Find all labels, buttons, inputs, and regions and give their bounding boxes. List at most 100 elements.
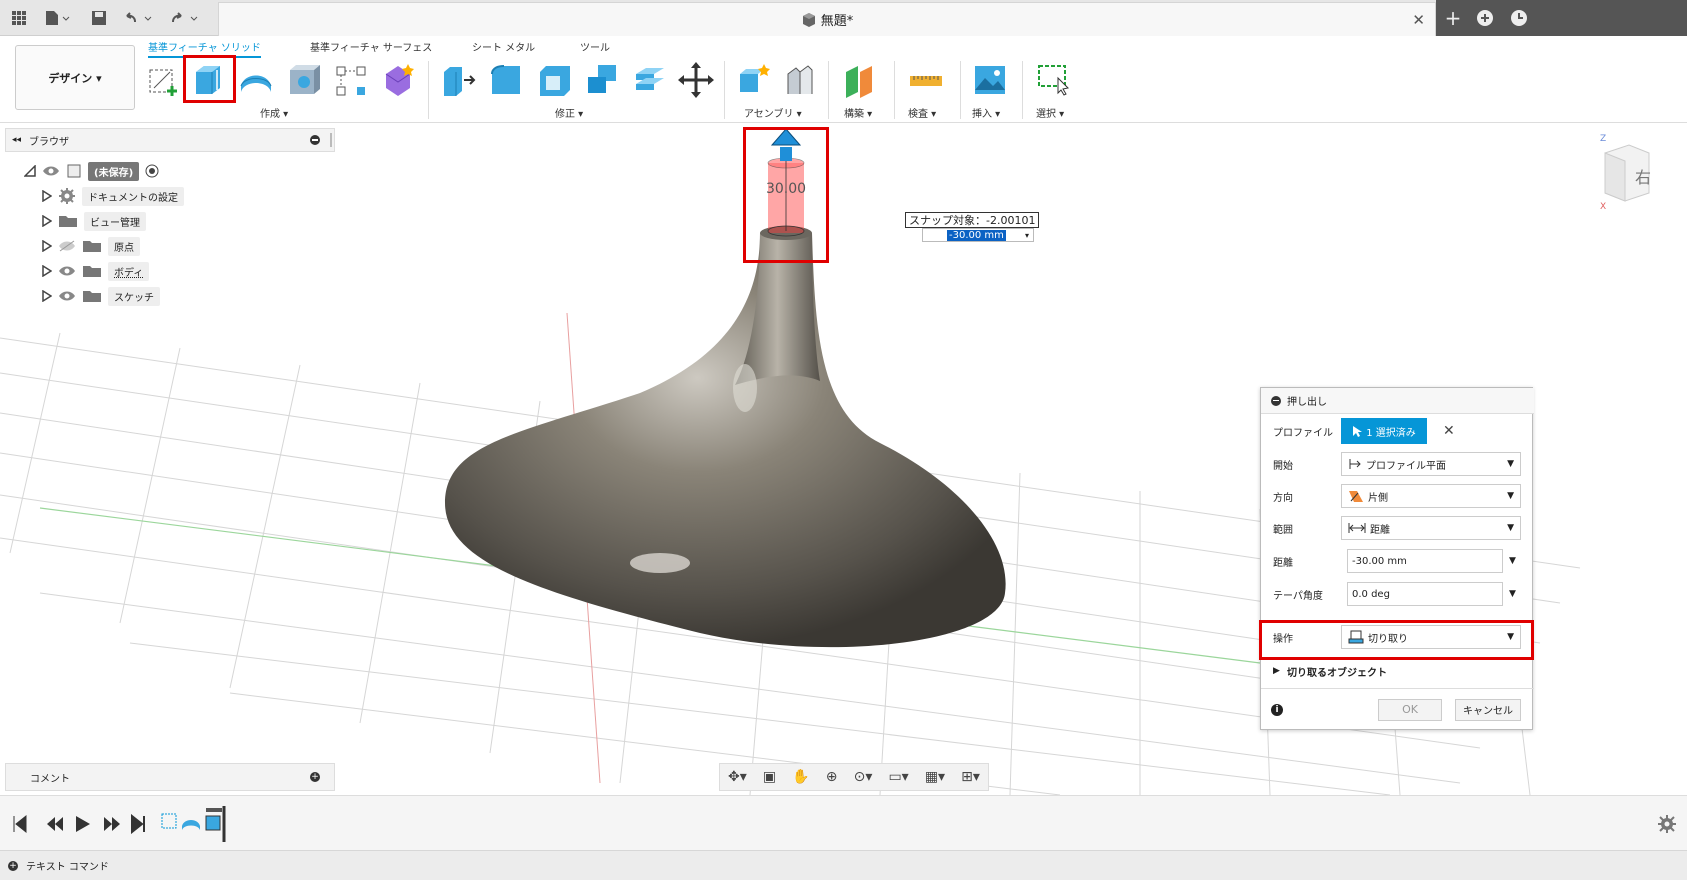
dialog-header[interactable]: 押し出し	[1261, 388, 1534, 414]
distance-dropdown-icon[interactable]: ▼	[1509, 556, 1516, 566]
timeline-settings-gear-icon[interactable]	[1657, 814, 1677, 834]
objects-to-cut-row[interactable]: ▶ 切り取るオブジェクト	[1261, 656, 1534, 686]
tree-item-origin[interactable]: 原点	[42, 235, 140, 257]
insert-group-label[interactable]: 挿入 ▾	[972, 105, 1000, 120]
grid-settings-icon[interactable]: ▦▾	[925, 769, 945, 785]
document-tab[interactable]: 無題* ✕	[218, 2, 1436, 36]
fillet-icon[interactable]	[488, 62, 524, 98]
save-icon[interactable]	[88, 7, 110, 29]
select-window-icon[interactable]	[1036, 62, 1072, 98]
measure-icon[interactable]	[908, 62, 944, 98]
cancel-button[interactable]: キャンセル	[1455, 698, 1521, 721]
new-component-icon[interactable]	[736, 62, 772, 98]
resize-handle[interactable]	[330, 133, 332, 147]
tree-root[interactable]: (未保存)	[24, 160, 159, 182]
tab-sheet-metal[interactable]: シート メタル	[472, 39, 535, 54]
expand-triangle-icon[interactable]	[42, 215, 52, 227]
inspect-group-label[interactable]: 検査 ▾	[908, 105, 936, 120]
zoom-window-icon[interactable]: ⊙▾	[854, 769, 873, 785]
revolve-icon[interactable]	[238, 62, 274, 98]
job-status-icon[interactable]	[1508, 7, 1530, 29]
timeline-playback-controls[interactable]	[12, 814, 152, 834]
extensions-icon[interactable]	[1474, 7, 1496, 29]
sweep-icon[interactable]	[286, 62, 322, 98]
dialog-collapse-icon[interactable]	[1271, 395, 1281, 406]
pan-icon[interactable]: ✋	[792, 769, 809, 785]
create-sketch-icon[interactable]	[146, 62, 182, 98]
tree-item-document-settings[interactable]: ドキュメントの設定	[42, 185, 184, 207]
display-settings-icon[interactable]: ▭▾	[888, 769, 908, 785]
clear-selection-icon[interactable]: ✕	[1443, 423, 1455, 439]
view-cube[interactable]: 右 Z X	[1600, 134, 1651, 212]
eye-icon[interactable]	[58, 290, 76, 302]
document-icon	[67, 164, 81, 178]
eye-icon[interactable]	[42, 165, 60, 177]
new-tab-icon[interactable]: +	[1442, 6, 1464, 30]
text-commands-bar[interactable]: + テキスト コマンド	[0, 850, 1687, 880]
collapse-browser-icon[interactable]: ◂◂	[12, 135, 21, 145]
shell-icon[interactable]	[536, 62, 572, 98]
timeline-features[interactable]	[160, 804, 240, 844]
workspace-switcher-button[interactable]: デザイン ▾	[15, 45, 135, 110]
title-right-bar: +	[1436, 0, 1687, 36]
taper-input[interactable]: 0.0 deg	[1347, 582, 1503, 606]
tree-item-bodies[interactable]: ボディ	[42, 260, 150, 282]
file-menu-icon[interactable]	[40, 7, 74, 29]
start-select[interactable]: プロファイル平面 ▼	[1341, 452, 1521, 476]
expand-triangle-icon[interactable]	[42, 190, 52, 202]
combine-icon[interactable]	[584, 62, 620, 98]
distance-inline-input[interactable]: -30.00 mm ▾	[922, 228, 1034, 242]
folder-icon	[83, 266, 101, 277]
profile-selection-button[interactable]: 1 選択済み	[1341, 418, 1427, 444]
tree-item-label: スケッチ	[108, 286, 160, 306]
extent-select[interactable]: 距離 ▼	[1341, 516, 1521, 540]
ok-button[interactable]: OK	[1378, 698, 1442, 721]
expand-arrow-icon[interactable]: ▶	[1273, 666, 1280, 676]
taper-dropdown-icon[interactable]: ▼	[1509, 589, 1516, 599]
direction-select[interactable]: 片側 ▼	[1341, 484, 1521, 508]
activate-icon[interactable]	[145, 164, 159, 178]
select-group-label[interactable]: 選択 ▾	[1036, 105, 1064, 120]
collapse-triangle-icon[interactable]	[24, 165, 36, 177]
info-icon[interactable]: i	[1271, 703, 1283, 716]
modify-group-label[interactable]: 修正 ▾	[555, 105, 583, 120]
undo-icon[interactable]	[120, 7, 156, 29]
viewports-icon[interactable]: ⊞▾	[961, 769, 980, 785]
tab-surface[interactable]: 基準フィーチャ サーフェス	[310, 39, 432, 54]
pattern-icon[interactable]	[334, 62, 370, 98]
tab-tools[interactable]: ツール	[580, 39, 610, 54]
browser-pin-icon[interactable]	[310, 135, 320, 145]
orbit-icon[interactable]: ✥▾	[728, 769, 747, 785]
press-pull-icon[interactable]	[440, 62, 476, 98]
eye-hidden-icon[interactable]	[58, 240, 76, 252]
comments-panel[interactable]: コメント +	[5, 763, 335, 791]
start-label: 開始	[1273, 460, 1293, 472]
close-tab-icon[interactable]: ✕	[1412, 11, 1425, 29]
app-grid-icon[interactable]	[8, 7, 30, 29]
expand-triangle-icon[interactable]	[42, 265, 52, 277]
inline-dropdown-icon[interactable]: ▾	[1025, 231, 1029, 240]
move-icon[interactable]	[678, 62, 714, 98]
tree-root-label: (未保存)	[88, 161, 140, 181]
browser-header[interactable]: ◂◂ ブラウザ	[5, 128, 335, 152]
expand-triangle-icon[interactable]	[42, 240, 52, 252]
expand-triangle-icon[interactable]	[42, 290, 52, 302]
workspace-label: デザイン ▾	[48, 71, 102, 85]
offset-face-icon[interactable]	[632, 62, 668, 98]
distance-input[interactable]: -30.00 mm	[1347, 549, 1503, 573]
create-form-icon[interactable]	[380, 62, 416, 98]
joint-icon[interactable]	[782, 62, 818, 98]
tree-item-sketches[interactable]: スケッチ	[42, 285, 160, 307]
add-comment-icon[interactable]: +	[310, 772, 320, 782]
look-at-icon[interactable]: ▣	[763, 769, 776, 785]
create-group-label[interactable]: 作成 ▾	[260, 105, 288, 120]
zoom-icon[interactable]: ⊕	[826, 769, 838, 785]
expand-text-commands-icon[interactable]: +	[8, 860, 18, 871]
insert-image-icon[interactable]	[972, 62, 1008, 98]
eye-icon[interactable]	[58, 265, 76, 277]
offset-plane-icon[interactable]	[842, 62, 878, 98]
redo-icon[interactable]	[166, 7, 202, 29]
tree-item-view-management[interactable]: ビュー管理	[42, 210, 146, 232]
construct-group-label[interactable]: 構築 ▾	[844, 105, 872, 120]
assemble-group-label[interactable]: アセンブリ ▾	[744, 105, 802, 120]
